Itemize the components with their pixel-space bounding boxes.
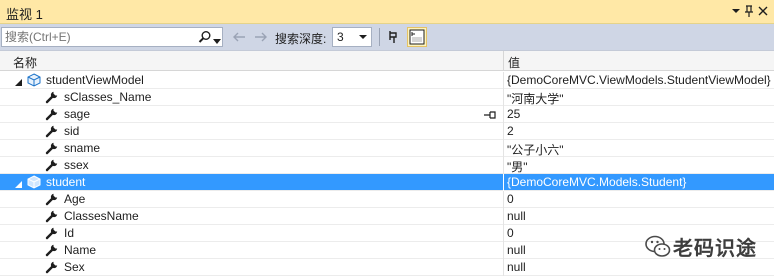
wrench-icon [45, 158, 59, 172]
column-value-header[interactable]: 值 [508, 54, 520, 71]
wrench-icon [45, 226, 59, 240]
wechat-logo-icon [645, 235, 671, 257]
row-name: Sex [64, 260, 85, 274]
wrench-icon [45, 260, 59, 274]
row-value[interactable]: "男" [507, 158, 528, 175]
close-icon[interactable] [755, 3, 771, 19]
tree-row-property[interactable]: Age 0 [0, 191, 774, 208]
search-box[interactable] [1, 27, 223, 47]
tree-row-property[interactable]: sname "公子小六" [0, 140, 774, 157]
row-value[interactable]: {DemoCoreMVC.Models.Student} [507, 175, 686, 189]
wrench-icon [45, 90, 59, 104]
column-divider [503, 225, 504, 242]
column-divider [503, 140, 504, 157]
search-input[interactable] [5, 30, 185, 44]
row-value[interactable]: 25 [507, 107, 520, 121]
column-name-header[interactable]: 名称 [13, 54, 37, 71]
wrench-icon [45, 192, 59, 206]
row-value[interactable]: null [507, 243, 526, 257]
tree-row-property[interactable]: sid 2 [0, 123, 774, 140]
row-value[interactable]: null [507, 209, 526, 223]
tree-row-property[interactable]: ssex "男" [0, 157, 774, 174]
cube-icon [27, 175, 41, 189]
column-divider [503, 123, 504, 140]
toolbar-divider [379, 28, 380, 46]
column-divider [503, 157, 504, 174]
column-divider [503, 242, 504, 259]
search-options-chevron-icon[interactable] [213, 34, 221, 44]
row-name: sage [64, 107, 91, 121]
row-value[interactable]: "公子小六" [507, 141, 564, 158]
window-title: 监视 1 [6, 7, 43, 22]
column-header: 名称 值 [0, 51, 774, 71]
search-next-arrow-icon[interactable] [253, 29, 269, 45]
watermark-text: 老码识途 [673, 238, 757, 260]
row-name: ClassesName [64, 209, 139, 223]
watch-window-titlebar: 监视 1 [0, 0, 774, 24]
row-name: student [46, 175, 86, 189]
row-value[interactable]: "河南大学" [507, 90, 564, 107]
pin-icon[interactable] [484, 109, 498, 119]
wrench-icon [45, 243, 59, 257]
tree-row-property[interactable]: sClasses_Name "河南大学" [0, 89, 774, 106]
chevron-down-icon [359, 35, 367, 39]
row-value[interactable]: 0 [507, 226, 514, 240]
tree-row-property[interactable]: ClassesName null [0, 208, 774, 225]
search-previous-arrow-icon[interactable] [231, 29, 247, 45]
column-divider [503, 191, 504, 208]
row-name: Id [64, 226, 75, 240]
wrench-icon [45, 124, 59, 138]
row-value[interactable]: {DemoCoreMVC.ViewModels.StudentViewModel… [507, 73, 771, 87]
wrench-icon [45, 141, 59, 155]
tree-row-property[interactable]: Sex null [0, 259, 774, 276]
row-name: Name [64, 243, 97, 257]
row-value[interactable]: 2 [507, 124, 514, 138]
search-icon[interactable] [198, 30, 212, 44]
row-name: ssex [64, 158, 89, 172]
tree-row-object[interactable]: studentViewModel {DemoCoreMVC.ViewModels.… [0, 72, 774, 89]
tree-row-object[interactable]: student {DemoCoreMVC.Models.Student} [0, 174, 774, 191]
wrench-icon [45, 209, 59, 223]
row-value[interactable]: null [507, 260, 526, 274]
wrench-icon [45, 107, 59, 121]
view-as-hex-button[interactable] [407, 27, 427, 47]
tree-row-property[interactable]: sage 25 [0, 106, 774, 123]
row-name: sClasses_Name [64, 90, 152, 104]
column-divider [503, 106, 504, 123]
search-depth-value: 3 [337, 30, 344, 44]
search-depth-dropdown[interactable]: 3 [332, 27, 372, 47]
cube-icon [27, 73, 41, 87]
row-name: sname [64, 141, 101, 155]
column-divider [503, 174, 504, 191]
watermark: 老码识途 [643, 231, 773, 261]
pin-to-source-button[interactable] [385, 27, 405, 47]
row-value[interactable]: 0 [507, 192, 514, 206]
row-name: sid [64, 124, 80, 138]
row-name: studentViewModel [46, 73, 144, 87]
column-divider[interactable] [503, 51, 504, 71]
search-depth-label: 搜索深度: [275, 32, 327, 46]
column-divider [503, 89, 504, 106]
column-divider [503, 72, 504, 89]
row-name: Age [64, 192, 86, 206]
column-divider [503, 259, 504, 276]
column-divider [503, 208, 504, 225]
